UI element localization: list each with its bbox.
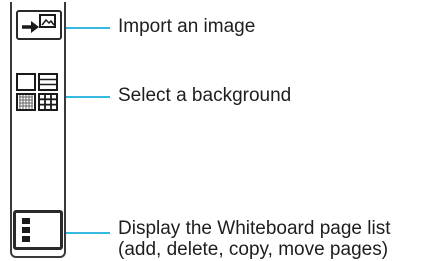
page-list-icon [22,218,30,242]
callout-line-background [66,96,110,98]
import-image-label: Import an image [118,16,256,37]
import-image-icon [22,14,56,33]
import-image-button[interactable] [16,10,62,40]
background-grid-icon [16,73,58,111]
page-list-button[interactable] [13,210,63,250]
page-list-label-line1: Display the Whiteboard page list [118,218,391,239]
select-background-label: Select a background [118,85,292,106]
page-list-label-line2: (add, delete, copy, move pages) [118,239,389,260]
callout-line-pagelist [66,232,110,234]
background-select-button[interactable] [15,72,61,112]
callout-line-import [66,27,110,29]
